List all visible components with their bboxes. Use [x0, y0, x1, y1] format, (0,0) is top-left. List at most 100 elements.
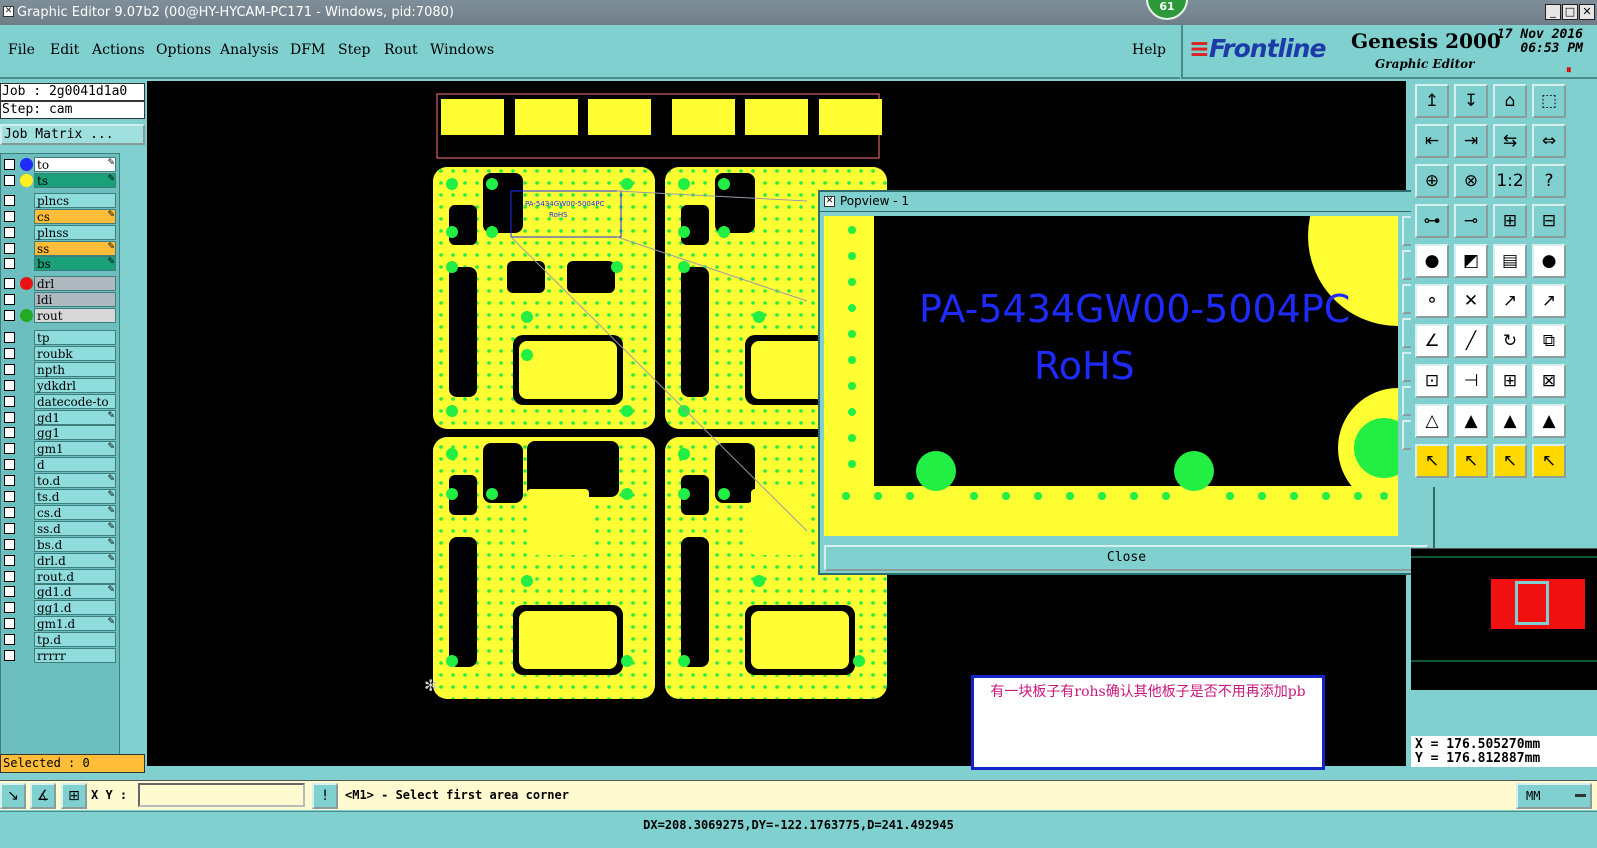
layer-row[interactable]: gm1.d ✎: [1, 616, 119, 632]
layer-name[interactable]: d: [34, 457, 116, 473]
layer-name[interactable]: to: [34, 157, 116, 172]
layer-checkbox[interactable]: [4, 506, 15, 518]
xy-input[interactable]: [138, 783, 305, 807]
layer-checkbox[interactable]: [4, 650, 15, 661]
alert-icon[interactable]: !: [312, 783, 338, 809]
tool-button-6[interactable]: ⇆: [1493, 124, 1527, 158]
maximize-button[interactable]: □: [1562, 4, 1578, 20]
layer-checkbox[interactable]: [4, 618, 15, 630]
layer-row[interactable]: to.d ✎: [1, 473, 119, 489]
pause-icon[interactable]: ⏸: [1566, 63, 1572, 77]
layer-name[interactable]: gg1: [34, 425, 116, 441]
layer-checkbox[interactable]: [4, 379, 15, 391]
tool-button-37[interactable]: ↖: [1454, 444, 1488, 478]
layer-row[interactable]: plncs: [1, 192, 119, 208]
tool-button-9[interactable]: ⊗: [1454, 164, 1488, 198]
tool-button-33[interactable]: ▲: [1454, 404, 1488, 438]
layer-name[interactable]: ts.d: [34, 489, 116, 504]
menu-analysis[interactable]: Analysis: [220, 42, 279, 58]
layer-checkbox[interactable]: [4, 459, 15, 471]
layer-checkbox[interactable]: [4, 210, 15, 222]
layer-name[interactable]: tp: [34, 330, 116, 345]
tool-button-15[interactable]: ⊟: [1532, 204, 1566, 238]
layer-name[interactable]: gm1: [34, 441, 116, 457]
menu-dfm[interactable]: DFM: [290, 42, 325, 58]
layer-row[interactable]: cs ✎: [1, 208, 119, 224]
tool-button-22[interactable]: ↗: [1493, 284, 1527, 318]
tool-button-19[interactable]: ●: [1532, 244, 1566, 278]
layer-row[interactable]: roubk: [1, 345, 119, 361]
layer-name[interactable]: bs.d: [34, 536, 116, 552]
tool-button-31[interactable]: ⊠: [1532, 364, 1566, 398]
layer-row[interactable]: gg1: [1, 425, 119, 441]
tool-button-5[interactable]: ⇥: [1454, 124, 1488, 158]
grid-icon[interactable]: ⊞: [61, 783, 87, 809]
layer-row[interactable]: tp.d: [1, 632, 119, 648]
tool-button-35[interactable]: ▲: [1532, 404, 1566, 438]
layer-checkbox[interactable]: [4, 242, 15, 254]
layer-checkbox[interactable]: [4, 174, 15, 186]
tool-button-30[interactable]: ⊞: [1493, 364, 1527, 398]
layer-name[interactable]: npth: [34, 361, 116, 377]
layer-checkbox[interactable]: [4, 538, 15, 550]
layer-checkbox[interactable]: [4, 294, 15, 306]
layer-row[interactable]: drl.d ✎: [1, 552, 119, 568]
units-select[interactable]: MM: [1516, 783, 1592, 809]
layer-checkbox[interactable]: [4, 258, 15, 270]
minimap[interactable]: [1411, 548, 1597, 690]
layer-name[interactable]: ldi: [34, 292, 116, 308]
layer-row[interactable]: ts.d ✎: [1, 489, 119, 504]
menu-step[interactable]: Step: [338, 42, 370, 58]
layer-name[interactable]: ts: [34, 172, 116, 188]
layer-checkbox[interactable]: [4, 278, 15, 290]
layer-color-icon[interactable]: [20, 158, 33, 171]
layer-name[interactable]: datecode-to: [34, 393, 116, 409]
menu-edit[interactable]: Edit: [50, 42, 79, 58]
layer-row[interactable]: tp: [1, 330, 119, 345]
tool-button-10[interactable]: 1:2: [1493, 164, 1527, 198]
tool-button-32[interactable]: △: [1415, 404, 1449, 438]
tool-button-16[interactable]: ●: [1415, 244, 1449, 278]
tool-button-38[interactable]: ↖: [1493, 444, 1527, 478]
measure-icon[interactable]: ∡: [30, 783, 56, 809]
tool-button-23[interactable]: ↗: [1532, 284, 1566, 318]
menu-rout[interactable]: Rout: [384, 42, 418, 58]
layer-row[interactable]: gd1.d ✎: [1, 584, 119, 600]
layer-row[interactable]: npth: [1, 361, 119, 377]
menu-windows[interactable]: Windows: [430, 42, 494, 58]
minimize-button[interactable]: _: [1545, 4, 1561, 20]
menu-actions[interactable]: Actions: [92, 42, 145, 58]
layer-row[interactable]: d: [1, 457, 119, 473]
layer-name[interactable]: ydkdrl: [34, 377, 116, 393]
layer-checkbox[interactable]: [4, 554, 15, 566]
layer-row[interactable]: ydkdrl: [1, 377, 119, 393]
layer-name[interactable]: gd1: [34, 409, 116, 425]
tool-button-0[interactable]: ↥: [1415, 84, 1449, 118]
layer-name[interactable]: to.d: [34, 473, 116, 489]
tool-button-25[interactable]: ╱: [1454, 324, 1488, 358]
popview-close-button[interactable]: Close: [824, 545, 1429, 571]
tool-button-1[interactable]: ↧: [1454, 84, 1488, 118]
tool-button-12[interactable]: ⊶: [1415, 204, 1449, 238]
tool-button-17[interactable]: ◩: [1454, 244, 1488, 278]
tool-button-2[interactable]: ⌂: [1493, 84, 1527, 118]
layer-row[interactable]: ts ✎: [1, 172, 119, 188]
layer-checkbox[interactable]: [4, 602, 15, 614]
layer-name[interactable]: cs: [34, 208, 116, 224]
app-icon[interactable]: ✕: [3, 6, 14, 17]
tool-button-7[interactable]: ⇔: [1532, 124, 1566, 158]
layer-name[interactable]: tp.d: [34, 632, 116, 648]
tool-button-29[interactable]: ⊣: [1454, 364, 1488, 398]
layer-checkbox[interactable]: [4, 491, 15, 502]
layer-checkbox[interactable]: [4, 363, 15, 375]
tool-button-39[interactable]: ↖: [1532, 444, 1566, 478]
tool-button-36[interactable]: ↖: [1415, 444, 1449, 478]
layer-row[interactable]: rout.d: [1, 568, 119, 584]
layer-name[interactable]: drl: [34, 276, 116, 292]
layer-row[interactable]: gg1.d: [1, 600, 119, 616]
layer-name[interactable]: roubk: [34, 345, 116, 361]
layer-name[interactable]: drl.d: [34, 552, 116, 568]
layer-checkbox[interactable]: [4, 634, 15, 646]
layer-name[interactable]: rout.d: [34, 568, 116, 584]
snap-icon[interactable]: ↘: [0, 783, 26, 809]
